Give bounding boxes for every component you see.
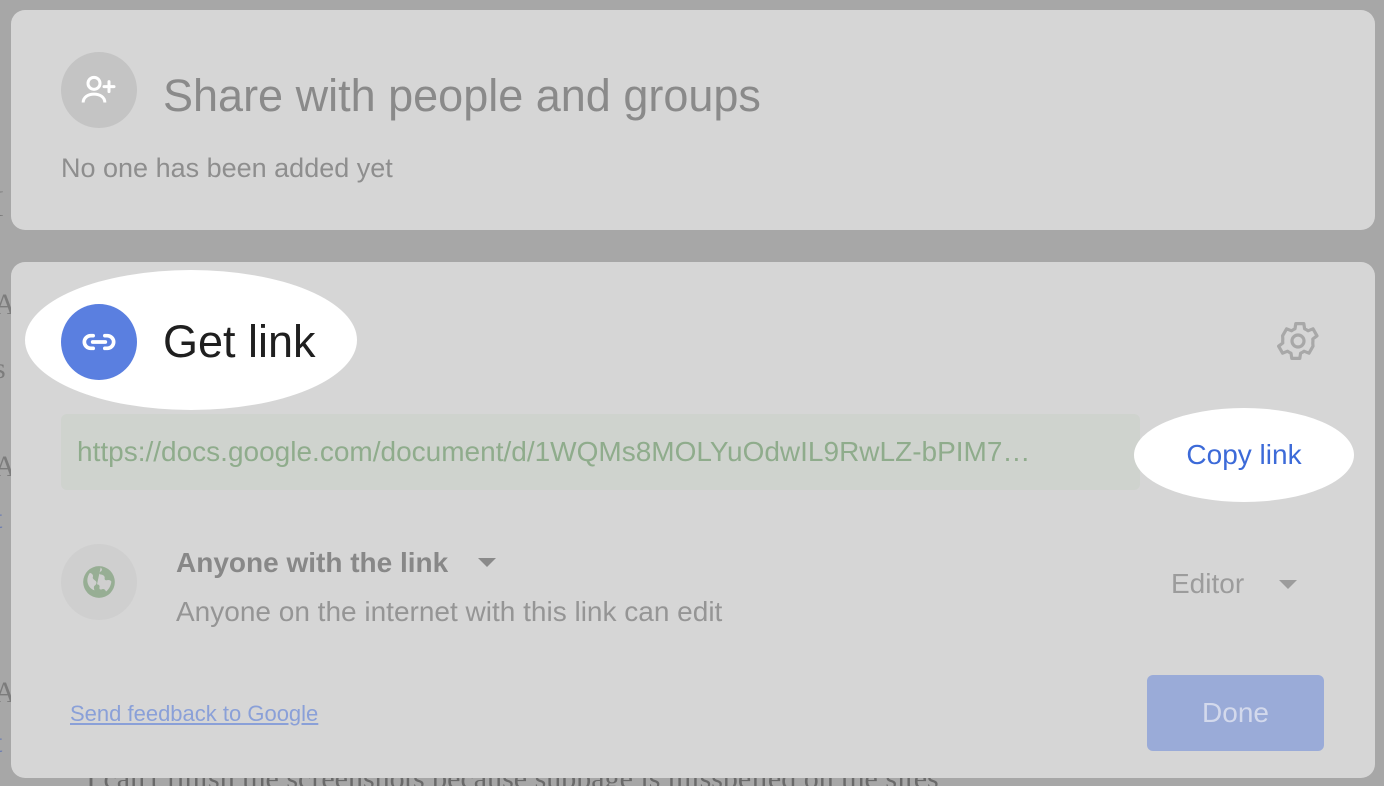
add-people-avatar[interactable]	[61, 52, 137, 128]
background-fragment: s	[0, 352, 6, 386]
globe-icon	[83, 566, 115, 598]
background-fragment: t	[0, 502, 2, 536]
copy-link-label: Copy link	[1186, 439, 1302, 470]
share-with-people-card: Share with people and groups No one has …	[11, 10, 1375, 230]
gear-icon[interactable]	[1274, 317, 1322, 365]
access-icon-circle	[61, 544, 137, 620]
get-link-card: Get link https://docs.google.com/documen…	[11, 262, 1375, 778]
background-fragment: [	[0, 186, 4, 220]
get-link-avatar	[61, 304, 137, 380]
person-add-icon	[81, 75, 116, 103]
chevron-down-icon[interactable]	[478, 558, 496, 567]
done-button[interactable]: Done	[1147, 675, 1324, 751]
link-url-field[interactable]: https://docs.google.com/document/d/1WQMs…	[61, 414, 1140, 490]
general-access-dropdown[interactable]: Anyone with the link	[176, 547, 448, 579]
share-title[interactable]: Share with people and groups	[163, 70, 761, 122]
share-subtitle: No one has been added yet	[61, 153, 393, 183]
access-description: Anyone on the internet with this link ca…	[176, 596, 723, 627]
copy-link-button[interactable]: Copy link	[1134, 408, 1354, 502]
role-dropdown[interactable]: Editor	[1171, 568, 1244, 600]
chevron-down-icon[interactable]	[1279, 580, 1297, 589]
link-icon	[82, 333, 116, 351]
link-url-text: https://docs.google.com/document/d/1WQMs…	[77, 436, 1031, 467]
get-link-title: Get link	[163, 316, 316, 367]
background-fragment: t	[0, 726, 2, 760]
send-feedback-link[interactable]: Send feedback to Google	[70, 701, 318, 727]
